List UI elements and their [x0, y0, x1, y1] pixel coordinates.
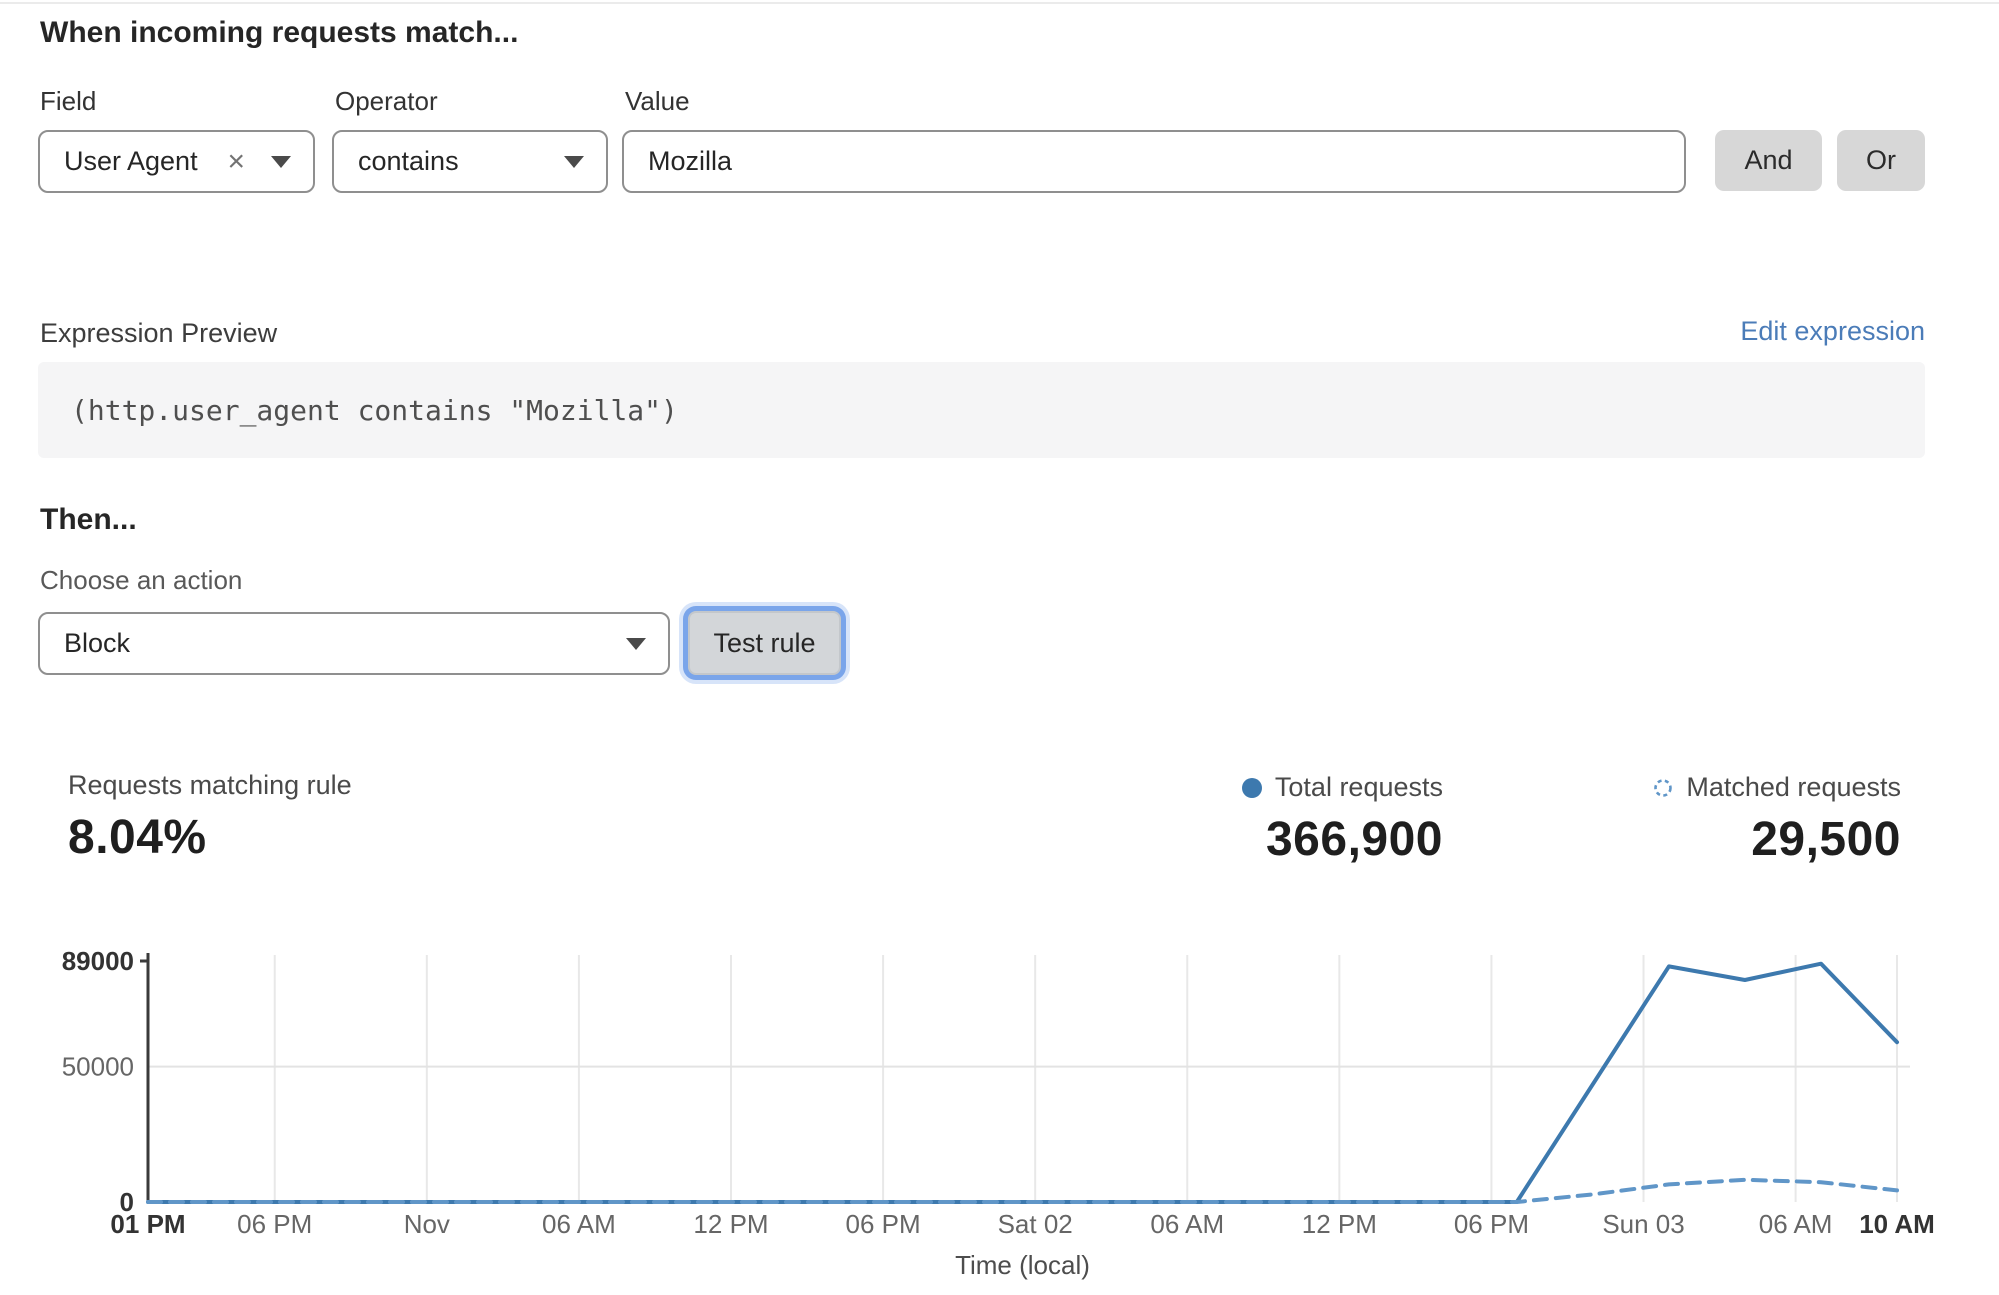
and-button[interactable]: And	[1715, 130, 1822, 191]
stat-matched-label: Matched requests	[1686, 772, 1901, 803]
svg-text:06 AM: 06 AM	[1759, 1209, 1833, 1239]
requests-chart: 0500008900001 PM06 PMNov06 AM12 PM06 PMS…	[0, 930, 1999, 1290]
operator-label: Operator	[335, 86, 438, 117]
chevron-down-icon	[271, 156, 291, 168]
legend-matched-icon	[1653, 778, 1673, 798]
action-select[interactable]: Block	[38, 612, 670, 675]
action-select-value: Block	[64, 628, 626, 659]
value-input[interactable]	[622, 130, 1686, 193]
stat-total: Total requests 366,900	[1242, 772, 1443, 867]
svg-text:50000: 50000	[62, 1052, 134, 1082]
page-title: When incoming requests match...	[40, 16, 518, 50]
expression-preview-label: Expression Preview	[40, 318, 277, 349]
svg-text:06 PM: 06 PM	[1454, 1209, 1529, 1239]
svg-text:12 PM: 12 PM	[1302, 1209, 1377, 1239]
requests-chart-svg: 0500008900001 PM06 PMNov06 AM12 PM06 PMS…	[0, 930, 1999, 1290]
svg-text:12 PM: 12 PM	[693, 1209, 768, 1239]
value-label: Value	[625, 86, 690, 117]
chevron-down-icon	[626, 638, 646, 650]
svg-text:06 AM: 06 AM	[542, 1209, 616, 1239]
svg-text:06 PM: 06 PM	[846, 1209, 921, 1239]
or-button[interactable]: Or	[1837, 130, 1925, 191]
svg-text:Nov: Nov	[404, 1209, 450, 1239]
clear-field-icon[interactable]: ×	[227, 147, 245, 177]
field-select-value: User Agent	[64, 146, 227, 177]
section-divider	[0, 2, 1999, 4]
svg-text:06 PM: 06 PM	[237, 1209, 312, 1239]
svg-text:01 PM: 01 PM	[110, 1209, 185, 1239]
field-label: Field	[40, 86, 96, 117]
svg-text:Time (local): Time (local)	[955, 1250, 1090, 1280]
stat-total-value: 366,900	[1242, 812, 1443, 867]
stat-matched-value: 29,500	[1653, 812, 1901, 867]
choose-action-label: Choose an action	[40, 565, 242, 596]
expression-code: (http.user_agent contains "Mozilla")	[71, 394, 678, 427]
legend-total-icon	[1242, 778, 1262, 798]
stat-matching-label: Requests matching rule	[68, 770, 352, 801]
svg-text:06 AM: 06 AM	[1150, 1209, 1224, 1239]
operator-select-value: contains	[358, 146, 564, 177]
svg-text:89000: 89000	[62, 946, 134, 976]
test-rule-button[interactable]: Test rule	[688, 611, 841, 675]
chevron-down-icon	[564, 156, 584, 168]
svg-text:Sat 02: Sat 02	[998, 1209, 1073, 1239]
operator-select[interactable]: contains	[332, 130, 608, 193]
stat-matching-value: 8.04%	[68, 810, 352, 865]
then-title: Then...	[40, 503, 137, 537]
expression-code-block: (http.user_agent contains "Mozilla")	[38, 362, 1925, 458]
stat-matching: Requests matching rule 8.04%	[68, 770, 352, 865]
stat-total-label: Total requests	[1275, 772, 1443, 803]
edit-expression-link[interactable]: Edit expression	[1740, 316, 1925, 347]
svg-text:Sun 03: Sun 03	[1602, 1209, 1684, 1239]
stat-matched: Matched requests 29,500	[1653, 772, 1901, 867]
field-select[interactable]: User Agent ×	[38, 130, 315, 193]
svg-text:10 AM: 10 AM	[1859, 1209, 1935, 1239]
